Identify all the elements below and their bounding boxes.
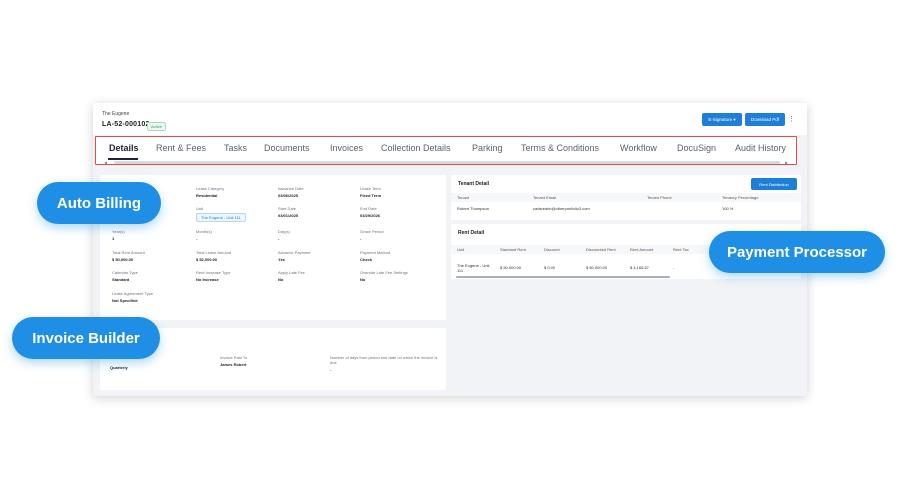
stage: The Eugene LA-52-000102 Active E-Signatu… [0, 0, 897, 500]
days-field: Day(s) - [278, 229, 290, 241]
lease-agreement-type-field: Lease Agreement Type Not Specified [112, 291, 154, 303]
calendar-type-field: Calendar Type Standard [112, 270, 138, 282]
advance-payment-field: Advance Payment Yes [278, 250, 311, 262]
override-late-fee-field: Override Late Fee Settings No [360, 270, 408, 282]
lease-header: The Eugene LA-52-000102 Active E-Signatu… [93, 103, 807, 135]
payment-processor-callout: Payment Processor [709, 231, 885, 273]
tab-terms-conditions[interactable]: Terms & Conditions [521, 143, 599, 153]
tab-audit-history[interactable]: Audit History [735, 143, 786, 153]
tab-tasks[interactable]: Tasks [224, 143, 247, 153]
tabs-scrollbar[interactable] [114, 161, 780, 164]
end-date-field: End Date 03/29/2026 [360, 206, 381, 218]
years-field: Year(s) 1 [112, 229, 125, 241]
lease-category-field: Lease Category Residential [196, 186, 225, 198]
rent-increase-field: Rent Increase Type No Increase [196, 270, 231, 282]
download-pdf-button[interactable]: Download Pdf [745, 113, 785, 126]
unit-chip[interactable]: The Eugene - Unit 111 [196, 213, 246, 222]
invoice-builder-callout: Invoice Builder [12, 317, 160, 359]
scroll-left-icon[interactable]: ◀ [104, 160, 107, 165]
tenant-table-header: Tenant Tenant Email Tenant Phone Tenancy… [451, 193, 801, 202]
invoice-paid-to-field: Invoice Paid To James Robert [220, 355, 248, 367]
scroll-right-icon[interactable]: ▶ [785, 160, 788, 165]
invoice-frequency-field: Quarterly [110, 365, 128, 370]
tab-parking[interactable]: Parking [472, 143, 503, 153]
start-date-field: Start Date 03/01/2025 [278, 206, 299, 218]
lease-tabs: Details Rent & Fees Tasks Documents Invo… [95, 136, 797, 165]
tab-documents[interactable]: Documents [264, 143, 310, 153]
tab-invoices[interactable]: Invoices [330, 143, 363, 153]
unit-field: Unit The Eugene - Unit 111 [196, 206, 246, 222]
rent-distribution-button[interactable]: Rent Distribution [751, 178, 797, 190]
e-signature-button[interactable]: E-Signature ▾ [702, 113, 742, 126]
lease-id: LA-52-000102 [102, 121, 150, 128]
tenant-detail-title: Tenant Detail [458, 181, 490, 187]
lease-term-field: Lease Term Fixed Term [360, 186, 382, 198]
tab-workflow[interactable]: Workflow [620, 143, 657, 153]
tab-details[interactable]: Details [109, 143, 139, 153]
tab-collection-details[interactable]: Collection Details [381, 143, 451, 153]
tab-rent-fees[interactable]: Rent & Fees [156, 143, 206, 153]
lease-app-window: The Eugene LA-52-000102 Active E-Signatu… [93, 103, 807, 396]
property-name: The Eugene [102, 111, 130, 117]
rent-detail-title: Rent Detail [458, 230, 485, 236]
tab-docusign[interactable]: DocuSign [677, 143, 716, 153]
active-tab-indicator [108, 158, 138, 160]
status-badge: Active [147, 122, 166, 131]
apply-late-fee-field: Apply Late Fee No [278, 270, 305, 282]
invoice-due-days-field: Number of days from period end date on w… [330, 355, 438, 372]
more-options-icon[interactable]: ⋮ [788, 115, 795, 123]
payment-method-field: Payment Method Check [360, 250, 391, 262]
grace-period-field: Grace Period - [360, 229, 384, 241]
auto-billing-callout: Auto Billing [37, 182, 161, 224]
months-field: Month(s) - [196, 229, 212, 241]
total-lease-field: Total Lease Amount $ 52,000.00 [196, 250, 232, 262]
total-rent-field: Total Rent Amount $ 50,000.00 [112, 250, 145, 262]
rent-table-scrollbar[interactable] [456, 276, 670, 278]
issuance-date-field: Issuance Date 03/06/2025 [278, 186, 304, 198]
tenant-detail-panel: Tenant Detail Rent Distribution Tenant T… [451, 175, 801, 220]
